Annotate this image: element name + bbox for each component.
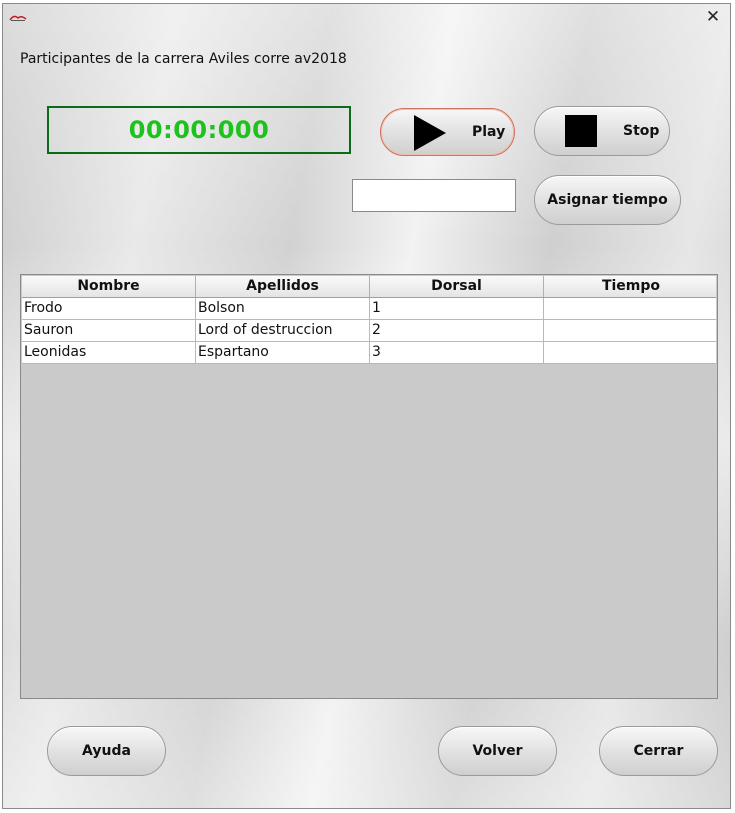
table-row[interactable]: Sauron Lord of destruccion 2 [22, 320, 716, 342]
close-icon[interactable]: ✕ [704, 8, 722, 26]
cell-nombre[interactable]: Sauron [22, 320, 196, 341]
cell-apellidos[interactable]: Espartano [196, 342, 370, 363]
cell-apellidos[interactable]: Lord of destruccion [196, 320, 370, 341]
timer-display: 00:00:000 [47, 106, 351, 154]
close-button-label: Cerrar [633, 743, 684, 759]
help-button-label: Ayuda [82, 743, 131, 759]
app-logo-icon [9, 15, 27, 21]
cell-dorsal[interactable]: 1 [370, 298, 544, 319]
help-button[interactable]: Ayuda [47, 726, 166, 776]
cell-dorsal[interactable]: 3 [370, 342, 544, 363]
participants-table[interactable]: Nombre Apellidos Dorsal Tiempo Frodo Bol… [20, 274, 718, 699]
cell-apellidos[interactable]: Bolson [196, 298, 370, 319]
cell-nombre[interactable]: Frodo [22, 298, 196, 319]
stop-button[interactable]: Stop [534, 106, 670, 156]
time-input[interactable] [352, 179, 516, 212]
column-header-tiempo[interactable]: Tiempo [544, 276, 718, 297]
cell-tiempo[interactable] [544, 320, 718, 341]
page-title: Participantes de la carrera Aviles corre… [20, 51, 347, 67]
play-icon [414, 115, 446, 151]
title-bar: ✕ [3, 4, 730, 31]
main-window: ✕ Participantes de la carrera Aviles cor… [2, 3, 731, 809]
stop-icon [565, 115, 597, 147]
stop-button-label: Stop [623, 123, 660, 139]
play-button[interactable]: Play [380, 108, 515, 156]
cell-dorsal[interactable]: 2 [370, 320, 544, 341]
back-button[interactable]: Volver [438, 726, 557, 776]
assign-time-button-label: Asignar tiempo [547, 192, 668, 208]
close-button[interactable]: Cerrar [599, 726, 718, 776]
table-row[interactable]: Frodo Bolson 1 [22, 298, 716, 320]
cell-tiempo[interactable] [544, 342, 718, 363]
column-header-dorsal[interactable]: Dorsal [370, 276, 544, 297]
table-header: Nombre Apellidos Dorsal Tiempo [22, 276, 716, 298]
play-button-label: Play [472, 124, 506, 140]
cell-tiempo[interactable] [544, 298, 718, 319]
column-header-nombre[interactable]: Nombre [22, 276, 196, 297]
table-body: Frodo Bolson 1 Sauron Lord of destruccio… [22, 298, 716, 364]
back-button-label: Volver [472, 743, 523, 759]
table-row[interactable]: Leonidas Espartano 3 [22, 342, 716, 364]
assign-time-button[interactable]: Asignar tiempo [534, 175, 681, 225]
cell-nombre[interactable]: Leonidas [22, 342, 196, 363]
column-header-apellidos[interactable]: Apellidos [196, 276, 370, 297]
